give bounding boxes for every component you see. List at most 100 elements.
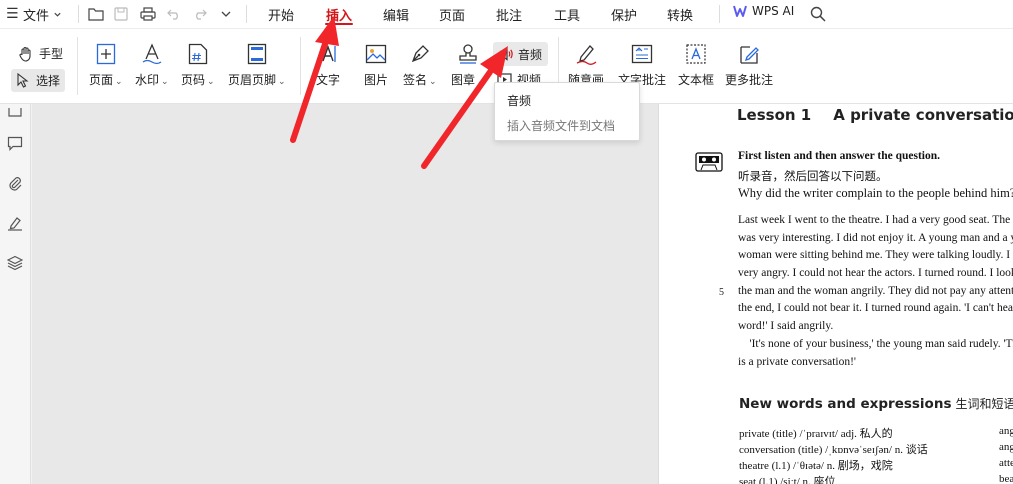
- watermark-label: 水印: [135, 73, 160, 87]
- audio-tooltip: 音频 插入音频文件到文档: [494, 82, 640, 141]
- lesson-title: A private conversation: [833, 106, 1013, 124]
- section-title-chinese: 生词和短语: [955, 397, 1013, 411]
- watermark-icon: [140, 42, 164, 66]
- chevron-down-icon: ⌄: [278, 77, 286, 87]
- image-icon: [364, 42, 388, 66]
- vocab-entry: theatre (l.1) /ˈθɪətə/ n. 剧场，戏院: [739, 460, 893, 472]
- hand-tool-button[interactable]: 手型: [13, 42, 68, 65]
- header-footer-label: 页眉页脚: [228, 73, 277, 87]
- speaker-icon: [499, 47, 513, 61]
- body-line: Last week I went to the theatre. I had a…: [738, 214, 1013, 226]
- page-number-icon: [186, 42, 210, 66]
- divider: [300, 37, 301, 95]
- tab-tools[interactable]: 工具: [554, 5, 580, 24]
- redo-icon[interactable]: [190, 4, 210, 24]
- tab-edit[interactable]: 编辑: [383, 5, 409, 24]
- page-label: 页面: [89, 73, 114, 87]
- layers-icon[interactable]: [6, 254, 24, 272]
- quick-access-more-icon[interactable]: [216, 4, 236, 24]
- stamp-label: 图章: [451, 73, 476, 87]
- section-title: New words and expressions: [739, 396, 952, 412]
- audio-button[interactable]: 音频: [493, 42, 548, 66]
- body-line: was very interesting. I did not enjoy it…: [738, 232, 1013, 244]
- top-menu-bar: ☰ 文件 开始 插入 编辑 页面 批注 工具 保护 转换 WPS AI: [0, 0, 1013, 28]
- vocab-entry-right: bea: [999, 473, 1013, 484]
- select-tool-button[interactable]: 选择: [11, 69, 66, 92]
- text-label: 文字: [316, 73, 341, 87]
- signature-label: 签名: [403, 73, 428, 87]
- tab-protect[interactable]: 保护: [611, 5, 637, 24]
- tab-insert[interactable]: 插入: [326, 5, 352, 24]
- tooltip-description: 插入音频文件到文档: [507, 119, 616, 133]
- text-box-label: 文本框: [678, 73, 715, 87]
- page-number-label: 页码: [181, 73, 206, 87]
- tab-page[interactable]: 页面: [439, 5, 465, 24]
- vocab-entry-right: ang: [999, 425, 1013, 437]
- file-menu[interactable]: 文件: [23, 5, 62, 24]
- divider: [719, 5, 720, 23]
- attachment-icon[interactable]: [6, 174, 24, 192]
- body-line: the end, I could not bear it. I turned r…: [738, 302, 1013, 314]
- thumbnail-icon[interactable]: [6, 104, 24, 122]
- wps-ai-label: WPS AI: [752, 4, 795, 18]
- body-line: woman were sitting behind me. They were …: [738, 249, 1013, 261]
- line-number: 5: [719, 287, 724, 298]
- document-page[interactable]: Lesson 1 A private conversation First lis…: [658, 104, 1013, 484]
- pen-icon: [574, 42, 598, 66]
- chevron-down-icon: ⌄: [207, 77, 215, 87]
- signature-button[interactable]: 签名 ⌄: [403, 42, 437, 88]
- annotation-edit-icon: [737, 42, 761, 66]
- document-canvas[interactable]: [32, 104, 658, 484]
- body-line: is a private conversation!': [738, 356, 856, 368]
- vocab-entry-right: atte: [999, 457, 1013, 469]
- page-number-button[interactable]: 页码 ⌄: [181, 42, 215, 88]
- body-line: word!' I said angrily.: [738, 320, 834, 332]
- menu-icon[interactable]: ☰: [6, 6, 19, 22]
- divider: [246, 5, 247, 23]
- chevron-down-icon: ⌄: [161, 77, 169, 87]
- search-icon[interactable]: [808, 4, 828, 24]
- more-annotations-button[interactable]: 更多批注: [725, 42, 773, 88]
- text-box-button[interactable]: 文本框: [678, 42, 714, 88]
- stamp-icon: [456, 42, 480, 66]
- header-footer-button[interactable]: 页眉页脚 ⌄: [228, 42, 286, 88]
- chevron-down-icon: ⌄: [115, 77, 123, 87]
- tab-annotate[interactable]: 批注: [496, 5, 522, 24]
- watermark-button[interactable]: 水印 ⌄: [135, 42, 169, 88]
- wps-ai-button[interactable]: WPS AI: [733, 4, 794, 18]
- divider: [78, 5, 79, 23]
- section-heading: New words and expressions 生词和短语: [739, 395, 1013, 412]
- stamp-button[interactable]: 图章 ⌄: [451, 42, 485, 88]
- divider: [77, 37, 78, 95]
- instruction-english: First listen and then answer the questio…: [738, 150, 941, 162]
- open-folder-icon[interactable]: [86, 4, 106, 24]
- chevron-down-icon: ⌄: [429, 77, 437, 87]
- signature-icon[interactable]: [6, 214, 24, 232]
- cassette-tape-icon: [695, 152, 723, 172]
- vocab-entry: private (title) /ˈpraɪvɪt/ adj. 私人的: [739, 428, 893, 440]
- chevron-down-icon: [54, 12, 61, 17]
- left-sidebar: [0, 104, 31, 484]
- undo-icon[interactable]: [164, 4, 184, 24]
- wps-ai-logo-icon: [733, 5, 747, 17]
- save-icon[interactable]: [111, 4, 131, 24]
- instruction-chinese: 听录音，然后回答以下问题。: [738, 169, 888, 183]
- text-box-icon: [684, 42, 708, 66]
- text-button[interactable]: 文字: [316, 42, 340, 88]
- pen-nib-icon: [408, 42, 432, 66]
- body-line: very angry. I could not hear the actors.…: [738, 267, 1013, 279]
- body-line: 'It's none of your business,' the young …: [738, 338, 1013, 350]
- active-tab-indicator: [325, 23, 353, 25]
- print-icon[interactable]: [138, 4, 158, 24]
- text-annotation-icon: [630, 42, 654, 66]
- tab-home[interactable]: 开始: [268, 5, 294, 24]
- cursor-icon: [17, 73, 29, 88]
- chevron-down-icon: ⌄: [477, 77, 485, 87]
- add-page-icon: [94, 42, 118, 66]
- vocab-entry: conversation (title) /ˌkɒnvəˈseɪʃən/ n. …: [739, 444, 928, 456]
- image-button[interactable]: 图片: [364, 42, 388, 88]
- page-button[interactable]: 页面 ⌄: [89, 42, 123, 88]
- tab-convert[interactable]: 转换: [667, 5, 693, 24]
- comment-icon[interactable]: [6, 134, 24, 152]
- audio-label: 音频: [518, 47, 543, 62]
